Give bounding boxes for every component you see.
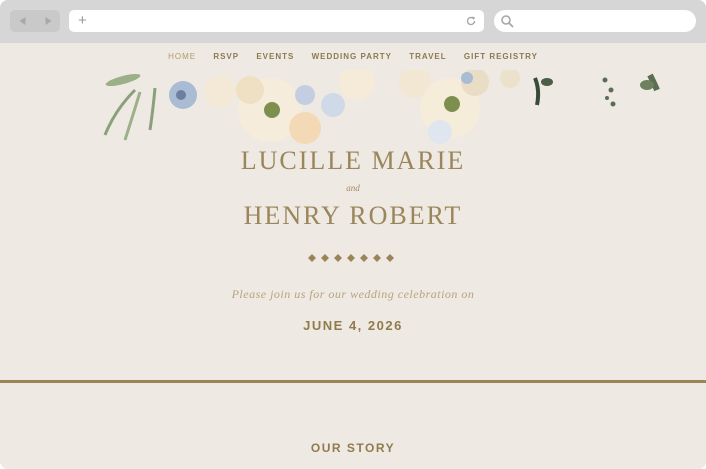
section-divider: [0, 380, 706, 383]
back-button[interactable]: [10, 10, 35, 32]
wedding-page: HOME RSVP EVENTS WEDDING PARTY TRAVEL GI…: [0, 43, 706, 469]
new-tab-icon[interactable]: +: [78, 13, 87, 29]
forward-arrow-icon: [45, 17, 51, 25]
partner-two-name: HENRY ROBERT: [243, 201, 463, 230]
nav-item-travel[interactable]: TRAVEL: [409, 52, 446, 61]
site-nav: HOME RSVP EVENTS WEDDING PARTY TRAVEL GI…: [0, 52, 706, 61]
and-label: and: [346, 183, 360, 193]
forward-button[interactable]: [35, 10, 60, 32]
search-icon: [501, 15, 514, 28]
nav-item-rsvp[interactable]: RSVP: [213, 52, 239, 61]
wedding-date: JUNE 4, 2026: [303, 318, 403, 333]
diamond-divider-icon: [308, 254, 394, 262]
history-buttons: [10, 10, 60, 32]
nav-item-events[interactable]: EVENTS: [256, 52, 294, 61]
nav-item-home[interactable]: HOME: [168, 52, 196, 61]
back-arrow-icon: [19, 17, 25, 25]
browser-window: + HOME RSVP EVENTS WEDDING PARTY TRAVEL …: [0, 0, 706, 469]
nav-item-gift-registry[interactable]: GIFT REGISTRY: [464, 52, 538, 61]
search-field[interactable]: [494, 10, 696, 32]
browser-toolbar: +: [0, 0, 706, 43]
partner-one-name: LUCILLE MARIE: [240, 146, 466, 175]
invitation-text: Please join us for our wedding celebrati…: [231, 287, 475, 301]
address-bar[interactable]: +: [69, 10, 484, 32]
nav-item-wedding-party[interactable]: WEDDING PARTY: [312, 52, 392, 61]
our-story-heading: OUR STORY: [310, 441, 396, 455]
reload-icon[interactable]: [465, 15, 477, 27]
